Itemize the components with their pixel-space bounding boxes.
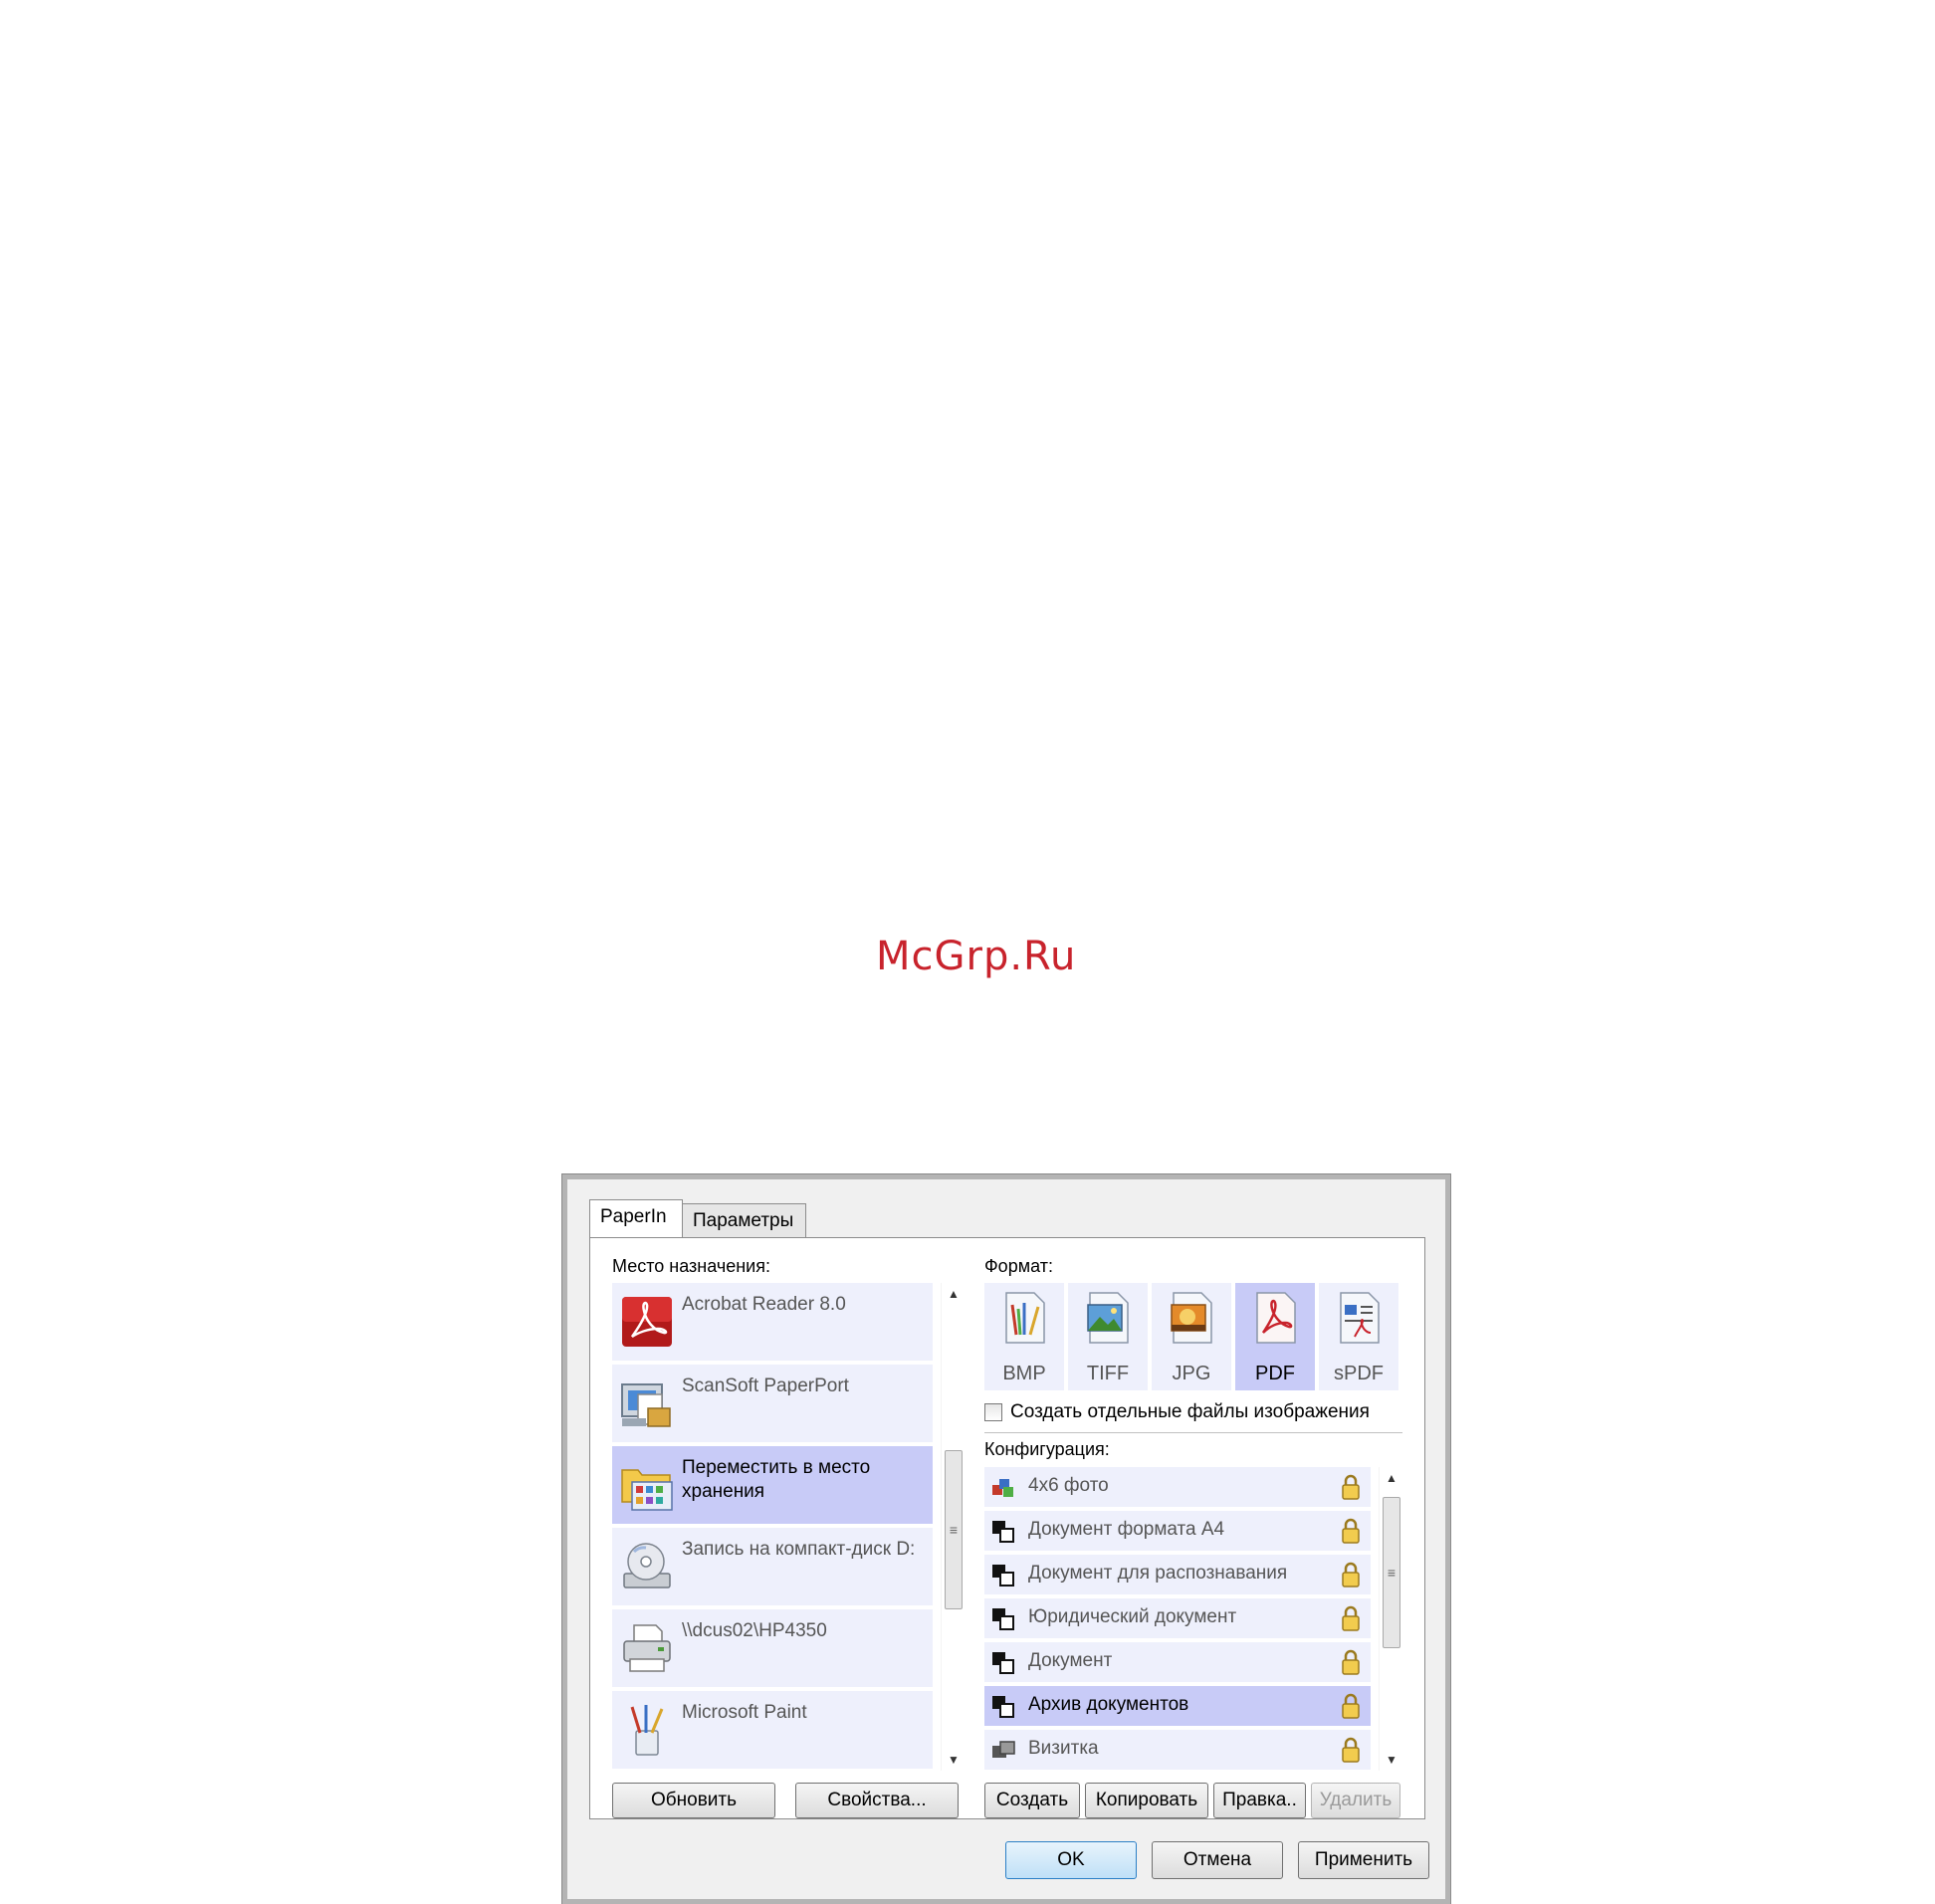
scroll-thumb[interactable]: ≡ (1383, 1497, 1400, 1648)
divider (984, 1432, 1402, 1433)
lock-icon (1342, 1518, 1360, 1544)
separate-files-checkbox[interactable] (984, 1403, 1002, 1421)
grip-icon: ≡ (949, 1522, 959, 1538)
bmp-file-icon (1005, 1292, 1045, 1344)
new-config-button[interactable]: Создать (984, 1783, 1080, 1818)
cd-burner-icon (623, 1543, 671, 1588)
bw-document-icon (992, 1652, 1014, 1674)
apply-button[interactable]: Применить (1298, 1841, 1429, 1879)
bw-document-icon (992, 1696, 1014, 1718)
paint-icon (630, 1705, 664, 1756)
config-item-label: Юридический документ (1028, 1606, 1237, 1627)
delete-config-button[interactable]: Удалить (1311, 1783, 1400, 1818)
scroll-up-icon[interactable]: ▲ (1386, 1471, 1398, 1485)
destination-item-printer[interactable]: \\dcus02\HP4350 (612, 1609, 933, 1687)
destination-label: Место назначения: (612, 1256, 770, 1276)
copy-config-button[interactable]: Копировать (1085, 1783, 1208, 1818)
printer-icon (623, 1624, 671, 1672)
destination-item-ms-paint[interactable]: Microsoft Paint (612, 1691, 933, 1769)
format-label-text: PDF (1255, 1363, 1295, 1384)
destination-list: Acrobat Reader 8.0 ScanSoft PaperPort Пе… (612, 1283, 933, 1771)
destination-item-paperport[interactable]: ScanSoft PaperPort (612, 1365, 933, 1442)
lock-icon (1342, 1737, 1360, 1763)
format-strip: BMP TIFF JPG PDF sPDF (984, 1283, 1402, 1390)
tab-paperin[interactable]: PaperIn (589, 1199, 683, 1237)
paperport-icon (621, 1383, 671, 1427)
destination-item-label: Переместить в место хранения (682, 1457, 871, 1502)
format-label-text: BMP (1002, 1363, 1046, 1384)
spdf-file-icon (1340, 1292, 1380, 1344)
format-spdf[interactable]: sPDF (1319, 1283, 1398, 1390)
bw-document-icon (992, 1521, 1014, 1543)
configuration-list: 4x6 фото Документ формата А4 Документ дл… (984, 1467, 1412, 1771)
tab-panel: Место назначения: Acrobat Reader 8.0 Sca… (589, 1237, 1425, 1819)
grip-icon: ≡ (1387, 1565, 1397, 1581)
config-item-label: Архив документов (1028, 1694, 1189, 1715)
format-label: Формат: (984, 1256, 1053, 1276)
folder-icon (621, 1469, 673, 1511)
config-item-document-archive[interactable]: Архив документов (984, 1686, 1371, 1726)
lock-icon (1342, 1562, 1360, 1587)
destination-item-cd-burner[interactable]: Запись на компакт-диск D: (612, 1528, 933, 1605)
destination-item-storage-folder[interactable]: Переместить в место хранения (612, 1446, 933, 1524)
config-item-legal-document[interactable]: Юридический документ (984, 1598, 1371, 1638)
format-tiff[interactable]: TIFF (1068, 1283, 1148, 1390)
format-label-text: sPDF (1334, 1363, 1384, 1384)
lock-icon (1342, 1649, 1360, 1675)
destination-item-label: ScanSoft PaperPort (682, 1375, 849, 1396)
config-item-label: 4x6 фото (1028, 1475, 1109, 1496)
paperin-dialog: PaperIn Параметры Место назначения: Acro… (561, 1173, 1451, 1904)
bw-document-icon (992, 1565, 1014, 1587)
config-item-label: Документ (1028, 1650, 1113, 1671)
lock-icon (1342, 1693, 1360, 1719)
properties-button[interactable]: Свойства... (795, 1783, 959, 1818)
acrobat-icon (622, 1297, 672, 1347)
destination-scrollbar[interactable]: ▲ ≡ ▼ (941, 1283, 966, 1771)
ok-button[interactable]: OK (1005, 1841, 1137, 1879)
config-item-label: Документ для распознавания (1028, 1563, 1288, 1584)
color-photo-icon (992, 1479, 1013, 1497)
config-item-4x6-photo[interactable]: 4x6 фото (984, 1467, 1371, 1507)
configuration-scrollbar[interactable]: ▲ ≡ ▼ (1379, 1467, 1403, 1771)
configuration-label: Конфигурация: (984, 1439, 1110, 1459)
refresh-button[interactable]: Обновить (612, 1783, 775, 1818)
config-item-document[interactable]: Документ (984, 1642, 1371, 1682)
format-pdf[interactable]: PDF (1235, 1283, 1315, 1390)
scroll-down-icon[interactable]: ▼ (1386, 1753, 1398, 1767)
format-jpg[interactable]: JPG (1152, 1283, 1231, 1390)
jpg-file-icon (1171, 1292, 1212, 1344)
scroll-down-icon[interactable]: ▼ (948, 1753, 960, 1767)
destination-item-acrobat[interactable]: Acrobat Reader 8.0 (612, 1283, 933, 1361)
cancel-button[interactable]: Отмена (1152, 1841, 1283, 1879)
bw-document-icon (992, 1608, 1014, 1630)
tab-parameters[interactable]: Параметры (682, 1203, 806, 1237)
watermark: McGrp.Ru (876, 934, 1077, 979)
pdf-file-icon (1256, 1292, 1296, 1344)
config-item-label: Документ формата А4 (1028, 1519, 1225, 1540)
destination-item-label: Запись на компакт-диск D: (682, 1539, 916, 1560)
edit-config-button[interactable]: Правка.. (1213, 1783, 1306, 1818)
scroll-up-icon[interactable]: ▲ (948, 1287, 960, 1301)
format-label-text: TIFF (1086, 1363, 1130, 1384)
config-item-label: Визитка (1028, 1738, 1099, 1759)
format-label-text: JPG (1172, 1363, 1211, 1384)
scroll-thumb[interactable]: ≡ (945, 1450, 963, 1609)
destination-item-label: \\dcus02\HP4350 (682, 1620, 827, 1641)
config-item-business-card[interactable]: Визитка (984, 1730, 1371, 1770)
gray-card-icon (992, 1741, 1015, 1758)
tiff-file-icon (1087, 1292, 1129, 1344)
destination-item-label: Acrobat Reader 8.0 (682, 1294, 846, 1315)
separate-files-label[interactable]: Создать отдельные файлы изображения (1010, 1401, 1370, 1423)
config-item-ocr-document[interactable]: Документ для распознавания (984, 1555, 1371, 1594)
format-bmp[interactable]: BMP (984, 1283, 1064, 1390)
lock-icon (1342, 1605, 1360, 1631)
lock-icon (1342, 1474, 1360, 1500)
destination-item-label: Microsoft Paint (682, 1702, 807, 1723)
config-item-a4-document[interactable]: Документ формата А4 (984, 1511, 1371, 1551)
